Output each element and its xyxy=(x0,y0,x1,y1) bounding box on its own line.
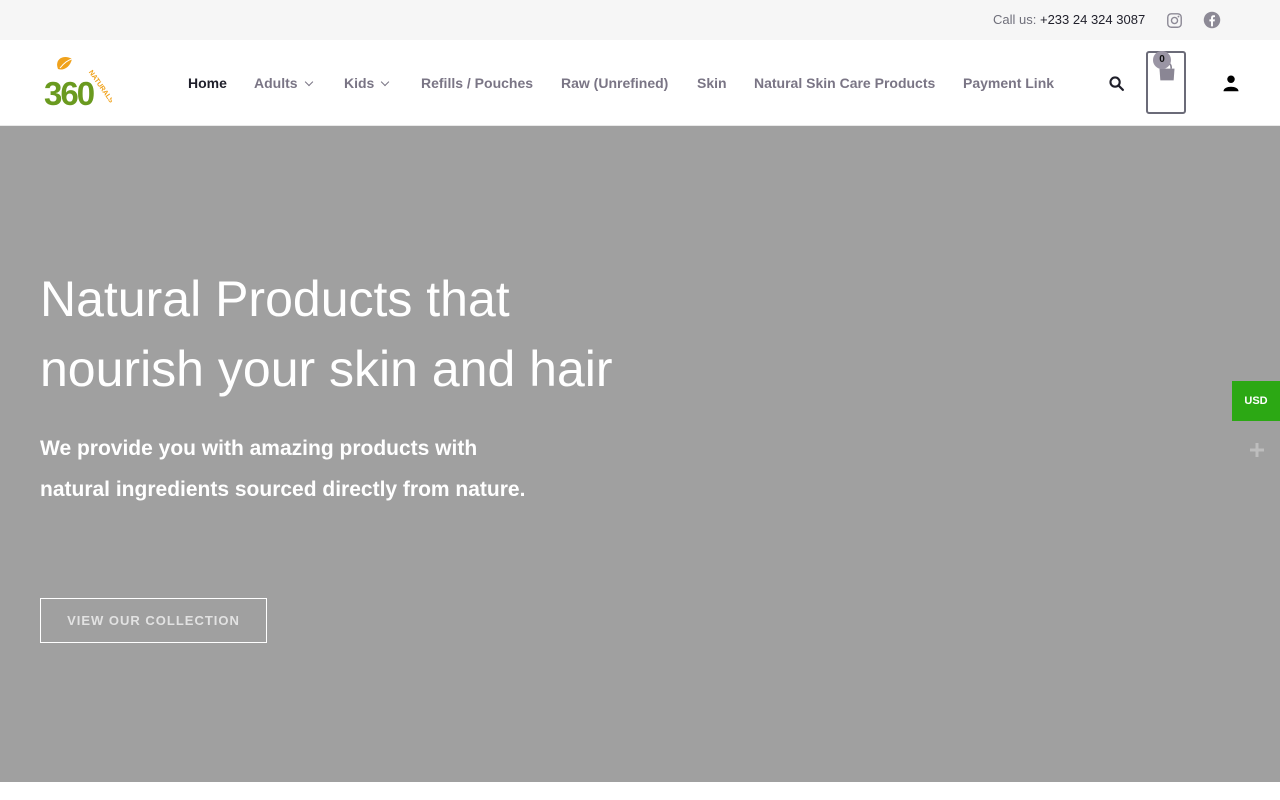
site-header: 360 NATURALS Home Adults Kids Refills / … xyxy=(0,40,1280,126)
phone-number[interactable]: +233 24 324 3087 xyxy=(1040,12,1145,27)
brand-logo[interactable]: 360 NATURALS xyxy=(42,55,115,112)
hero-section: Natural Products that nourish your skin … xyxy=(0,126,1280,782)
user-icon[interactable] xyxy=(1220,72,1242,94)
cart-count-badge: 0 xyxy=(1153,51,1171,69)
nav-item-raw-unrefined[interactable]: Raw (Unrefined) xyxy=(561,75,668,92)
chevron-down-icon xyxy=(304,77,313,87)
facebook-icon[interactable] xyxy=(1202,10,1222,30)
nav-item-skin[interactable]: Skin xyxy=(697,75,727,92)
nav-item-payment-link[interactable]: Payment Link xyxy=(963,75,1054,92)
view-collection-button[interactable]: VIEW OUR COLLECTION xyxy=(40,598,267,643)
call-us-label: Call us: xyxy=(993,12,1037,27)
top-bar: Call us: +233 24 324 3087 xyxy=(0,0,1280,40)
instagram-icon[interactable] xyxy=(1164,10,1184,30)
nav-item-refills-pouches[interactable]: Refills / Pouches xyxy=(421,75,533,92)
currency-switcher[interactable]: USD xyxy=(1232,381,1280,421)
hero-title-line-2: nourish your skin and hair xyxy=(40,341,613,397)
chevron-down-icon xyxy=(381,77,390,87)
call-us-text: Call us: +233 24 324 3087 xyxy=(993,12,1145,27)
search-icon[interactable] xyxy=(1105,72,1127,94)
hero-title-line-1: Natural Products that xyxy=(40,271,510,327)
cart-button[interactable]: 0 xyxy=(1146,51,1186,114)
hero-subtitle: We provide you with amazing products wit… xyxy=(40,437,526,501)
nav-item-kids[interactable]: Kids xyxy=(344,75,390,92)
nav-item-adults[interactable]: Adults xyxy=(254,75,313,92)
nav-item-natural-skin-care-products[interactable]: Natural Skin Care Products xyxy=(754,75,935,92)
nav-item-home[interactable]: Home xyxy=(188,75,227,92)
svg-text:360: 360 xyxy=(44,75,94,111)
hero-title: Natural Products that nourish your skin … xyxy=(40,264,680,404)
plus-icon[interactable] xyxy=(1237,431,1277,469)
